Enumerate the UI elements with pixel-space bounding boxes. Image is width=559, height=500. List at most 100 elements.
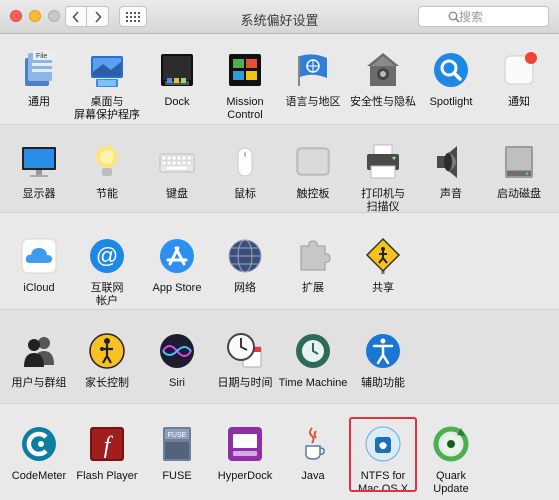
pref-label: Java xyxy=(301,470,325,482)
printer-icon xyxy=(367,144,399,179)
trackpad-icon xyxy=(296,147,330,176)
pref-siri[interactable]: Siri xyxy=(142,331,212,390)
pref-startup-disk[interactable]: 启动磁盘 xyxy=(484,142,554,201)
pref-flash-player[interactable]: f Flash Player xyxy=(72,424,142,483)
pref-network[interactable]: 网络 xyxy=(210,236,280,295)
lightbulb-icon xyxy=(96,146,118,176)
pref-mission-control[interactable]: Mission Control xyxy=(210,50,280,122)
chevron-left-icon xyxy=(72,10,79,23)
pref-sharing[interactable]: 共享 xyxy=(348,236,418,295)
java-cup-icon xyxy=(305,427,325,460)
pref-label: 鼠标 xyxy=(234,188,256,200)
pref-label: 扩展 xyxy=(302,282,324,294)
app-store-icon xyxy=(160,239,194,273)
pref-app-store[interactable]: App Store xyxy=(142,236,212,295)
forward-button[interactable] xyxy=(87,6,109,27)
fuse-disk-icon: FUSE xyxy=(163,427,191,461)
pref-label: 家长控制 xyxy=(85,377,129,389)
close-window-button[interactable] xyxy=(10,10,22,22)
pref-notifications[interactable]: 通知 xyxy=(484,50,554,109)
mouse-icon xyxy=(237,147,253,177)
pref-icloud[interactable]: iCloud xyxy=(4,236,74,295)
hard-disk-icon xyxy=(505,146,533,178)
pref-codemeter[interactable]: CodeMeter xyxy=(4,424,74,483)
ntfs-highlight-frame xyxy=(349,417,417,492)
pref-users[interactable]: 用户与群组 xyxy=(4,331,74,390)
dock-icon xyxy=(161,54,193,86)
pref-label: 辅助功能 xyxy=(361,377,405,389)
search-field[interactable]: 搜索 xyxy=(418,6,549,27)
speaker-icon xyxy=(437,146,457,178)
pref-parental-controls[interactable]: 家长控制 xyxy=(72,331,142,390)
pref-label: 节能 xyxy=(96,188,118,200)
pref-sound[interactable]: 声音 xyxy=(416,142,486,201)
pref-label: 用户与群组 xyxy=(11,377,67,389)
at-sign-icon: @ xyxy=(90,239,124,273)
pref-label: HyperDock xyxy=(217,470,273,482)
hyperdock-icon xyxy=(228,427,262,461)
pref-language[interactable]: 语言与地区 xyxy=(278,50,348,109)
pref-time-machine[interactable]: Time Machine xyxy=(278,331,348,390)
pref-desktop[interactable]: 桌面与 屏幕保护程序 xyxy=(72,50,142,122)
pref-keyboard[interactable]: 键盘 xyxy=(142,142,212,201)
pref-label: 通用 xyxy=(28,96,50,108)
time-machine-icon xyxy=(296,334,330,368)
pref-dock[interactable]: Dock xyxy=(142,50,212,109)
pref-extensions[interactable]: 扩展 xyxy=(278,236,348,295)
pref-label: 打印机与 扫描仪 xyxy=(361,188,405,213)
pref-label: 网络 xyxy=(234,282,256,294)
pref-energy[interactable]: 节能 xyxy=(72,142,142,201)
show-all-button[interactable] xyxy=(119,6,147,27)
pref-java[interactable]: Java xyxy=(278,424,348,483)
pref-label: CodeMeter xyxy=(11,470,67,482)
security-house-icon xyxy=(367,53,399,86)
notifications-icon xyxy=(504,52,537,85)
search-icon xyxy=(448,11,460,23)
flash-icon: f xyxy=(90,427,124,461)
quark-update-icon xyxy=(433,426,469,462)
pref-hyperdock[interactable]: HyperDock xyxy=(210,424,280,483)
back-button[interactable] xyxy=(65,6,87,27)
pref-label: 触控板 xyxy=(296,188,330,200)
users-icon xyxy=(24,337,54,367)
pref-label: 桌面与 屏幕保护程序 xyxy=(74,96,140,121)
pref-displays[interactable]: 显示器 xyxy=(4,142,74,201)
mission-control-icon xyxy=(229,54,261,86)
pref-general[interactable]: File 通用 xyxy=(4,50,74,109)
zoom-window-button[interactable] xyxy=(48,10,60,22)
pref-label: 启动磁盘 xyxy=(497,188,541,200)
general-icon: File xyxy=(25,50,55,86)
minimize-window-button[interactable] xyxy=(29,10,41,22)
codemeter-icon xyxy=(22,427,56,461)
pref-quark-update[interactable]: Quark Update xyxy=(416,424,486,496)
pref-label: Spotlight xyxy=(429,96,473,108)
clock-calendar-icon xyxy=(227,333,262,368)
svg-text:FUSE: FUSE xyxy=(168,432,187,439)
icloud-icon xyxy=(21,238,57,274)
pref-label: 通知 xyxy=(508,96,530,108)
title-bar: 系统偏好设置 搜索 xyxy=(0,0,559,34)
pref-label: 安全性与隐私 xyxy=(350,96,416,108)
network-globe-icon xyxy=(228,239,262,273)
language-flag-icon xyxy=(298,54,327,86)
pref-label: Mission Control xyxy=(226,96,264,121)
svg-text:File: File xyxy=(36,53,47,60)
pref-trackpad[interactable]: 触控板 xyxy=(278,142,348,201)
pref-label: 显示器 xyxy=(22,188,56,200)
pref-label: Flash Player xyxy=(76,470,138,482)
pref-label: iCloud xyxy=(23,282,55,294)
spotlight-icon xyxy=(434,53,468,87)
puzzle-icon xyxy=(300,240,331,271)
pref-printers[interactable]: 打印机与 扫描仪 xyxy=(348,142,418,214)
display-icon xyxy=(22,147,56,177)
pref-fuse[interactable]: FUSE FUSE xyxy=(142,424,212,483)
pref-label: 语言与地区 xyxy=(285,96,341,108)
pref-accessibility[interactable]: 辅助功能 xyxy=(348,331,418,390)
pref-date-time[interactable]: 日期与时间 xyxy=(210,331,280,390)
pref-internet-accounts[interactable]: @ 互联网 帐户 xyxy=(72,236,142,308)
pref-label: Dock xyxy=(164,96,190,108)
pref-security[interactable]: 安全性与隐私 xyxy=(348,50,418,109)
pref-spotlight[interactable]: Spotlight xyxy=(416,50,486,109)
pref-mouse[interactable]: 鼠标 xyxy=(210,142,280,201)
desktop-icon xyxy=(91,56,123,87)
